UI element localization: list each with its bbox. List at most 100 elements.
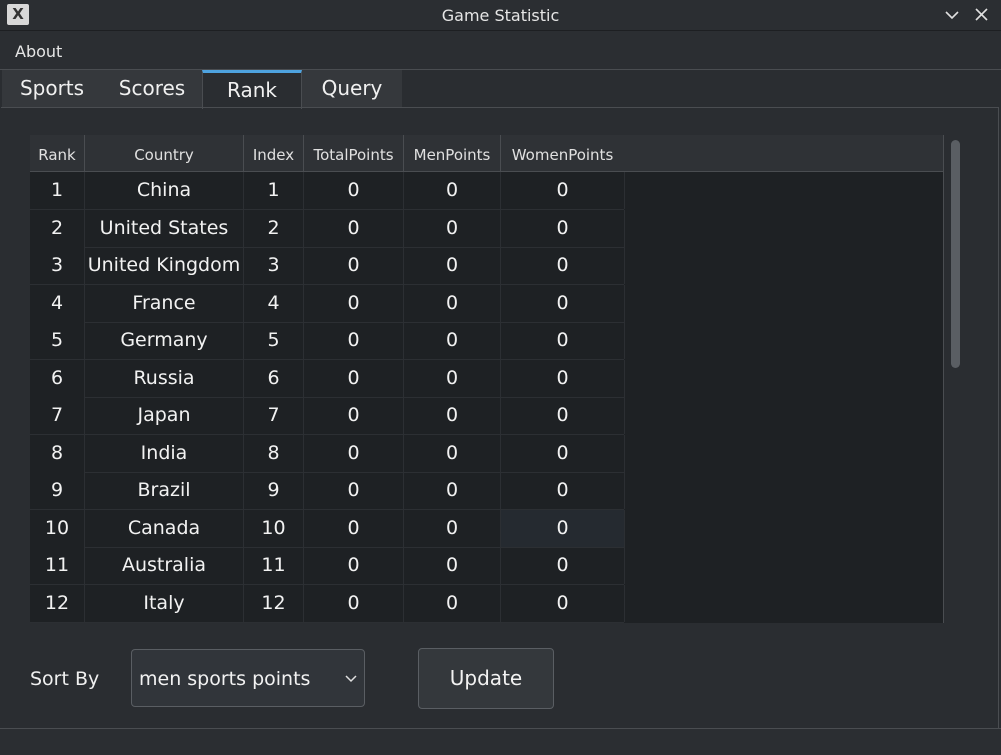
cell-country[interactable]: Germany	[85, 322, 244, 359]
cell-total-points[interactable]: 0	[304, 547, 404, 584]
cell-total-points[interactable]: 0	[304, 397, 404, 434]
cell-total-points[interactable]: 0	[304, 247, 404, 284]
cell-rank[interactable]: 6	[30, 359, 85, 397]
cell-total-points[interactable]: 0	[304, 584, 404, 622]
table-row[interactable]: 1 China 1 0 0 0	[30, 172, 625, 210]
cell-country[interactable]: China	[85, 172, 244, 209]
cell-men-points[interactable]: 0	[404, 209, 501, 247]
cell-index[interactable]: 4	[244, 284, 304, 322]
cell-women-points[interactable]: 0	[501, 472, 625, 509]
cell-total-points[interactable]: 0	[304, 209, 404, 247]
rank-table[interactable]: Rank Country Index TotalPoints MenPoints…	[30, 135, 969, 623]
table-row[interactable]: 8 India 8 0 0 0	[30, 434, 625, 473]
cell-women-points[interactable]: 0	[501, 209, 625, 247]
scrollbar-thumb[interactable]	[951, 140, 960, 368]
table-row[interactable]: 2 United States 2 0 0 0	[30, 209, 625, 248]
cell-total-points[interactable]: 0	[304, 322, 404, 359]
cell-country[interactable]: Russia	[85, 359, 244, 397]
table-row[interactable]: 11 Australia 11 0 0 0	[30, 547, 625, 585]
cell-rank[interactable]: 5	[30, 322, 85, 359]
header-women-points[interactable]: WomenPoints	[501, 135, 625, 171]
cell-total-points[interactable]: 0	[304, 509, 404, 547]
cell-index[interactable]: 11	[244, 547, 304, 584]
cell-total-points[interactable]: 0	[304, 359, 404, 397]
cell-total-points[interactable]: 0	[304, 472, 404, 509]
cell-men-points[interactable]: 0	[404, 172, 501, 209]
cell-country[interactable]: United Kingdom	[85, 247, 244, 284]
table-row[interactable]: 12 Italy 12 0 0 0	[30, 584, 625, 623]
cell-women-points[interactable]: 0	[501, 434, 625, 472]
table-row[interactable]: 3 United Kingdom 3 0 0 0	[30, 247, 625, 285]
close-icon[interactable]	[971, 4, 993, 26]
cell-country[interactable]: France	[85, 284, 244, 322]
cell-country[interactable]: India	[85, 434, 244, 472]
cell-index[interactable]: 6	[244, 359, 304, 397]
header-rank[interactable]: Rank	[30, 135, 85, 171]
cell-total-points[interactable]: 0	[304, 284, 404, 322]
header-total-points[interactable]: TotalPoints	[304, 135, 404, 171]
cell-index[interactable]: 2	[244, 209, 304, 247]
cell-rank[interactable]: 12	[30, 584, 85, 622]
cell-index[interactable]: 1	[244, 172, 304, 209]
table-row[interactable]: 4 France 4 0 0 0	[30, 284, 625, 323]
cell-men-points[interactable]: 0	[404, 472, 501, 509]
cell-women-points[interactable]: 0	[501, 359, 625, 397]
cell-index[interactable]: 9	[244, 472, 304, 509]
cell-women-points[interactable]: 0	[501, 584, 625, 622]
cell-women-points[interactable]: 0	[501, 509, 625, 547]
tab-sports[interactable]: Sports	[2, 70, 102, 107]
cell-women-points[interactable]: 0	[501, 322, 625, 359]
sort-by-select[interactable]: men sports points	[131, 649, 365, 707]
cell-total-points[interactable]: 0	[304, 172, 404, 209]
cell-country[interactable]: United States	[85, 209, 244, 247]
cell-country[interactable]: Canada	[85, 509, 244, 547]
tab-rank[interactable]: Rank	[202, 70, 302, 109]
header-index[interactable]: Index	[244, 135, 304, 171]
header-men-points[interactable]: MenPoints	[404, 135, 501, 171]
table-row[interactable]: 6 Russia 6 0 0 0	[30, 359, 625, 398]
cell-women-points[interactable]: 0	[501, 247, 625, 284]
cell-rank[interactable]: 4	[30, 284, 85, 322]
minimize-chevron-icon[interactable]	[941, 4, 963, 26]
cell-index[interactable]: 5	[244, 322, 304, 359]
cell-rank[interactable]: 10	[30, 509, 85, 547]
cell-index[interactable]: 3	[244, 247, 304, 284]
cell-index[interactable]: 12	[244, 584, 304, 622]
table-row[interactable]: 7 Japan 7 0 0 0	[30, 397, 625, 435]
cell-rank[interactable]: 9	[30, 472, 85, 509]
cell-country[interactable]: Italy	[85, 584, 244, 622]
cell-index[interactable]: 7	[244, 397, 304, 434]
cell-rank[interactable]: 7	[30, 397, 85, 434]
cell-rank[interactable]: 1	[30, 172, 85, 209]
table-row[interactable]: 5 Germany 5 0 0 0	[30, 322, 625, 360]
cell-men-points[interactable]: 0	[404, 584, 501, 622]
cell-index[interactable]: 8	[244, 434, 304, 472]
cell-men-points[interactable]: 0	[404, 397, 501, 434]
table-row[interactable]: 10 Canada 10 0 0 0	[30, 509, 625, 548]
tab-scores[interactable]: Scores	[102, 70, 202, 107]
update-button[interactable]: Update	[418, 648, 554, 709]
cell-men-points[interactable]: 0	[404, 509, 501, 547]
cell-women-points[interactable]: 0	[501, 547, 625, 584]
cell-index[interactable]: 10	[244, 509, 304, 547]
cell-men-points[interactable]: 0	[404, 247, 501, 284]
header-country[interactable]: Country	[85, 135, 244, 171]
cell-total-points[interactable]: 0	[304, 434, 404, 472]
cell-men-points[interactable]: 0	[404, 547, 501, 584]
cell-women-points[interactable]: 0	[501, 172, 625, 209]
cell-rank[interactable]: 2	[30, 209, 85, 247]
cell-women-points[interactable]: 0	[501, 284, 625, 322]
cell-country[interactable]: Australia	[85, 547, 244, 584]
cell-rank[interactable]: 3	[30, 247, 85, 284]
menu-about[interactable]: About	[15, 42, 62, 61]
cell-country[interactable]: Japan	[85, 397, 244, 434]
cell-men-points[interactable]: 0	[404, 284, 501, 322]
cell-women-points[interactable]: 0	[501, 397, 625, 434]
cell-rank[interactable]: 8	[30, 434, 85, 472]
cell-rank[interactable]: 11	[30, 547, 85, 584]
table-row[interactable]: 9 Brazil 9 0 0 0	[30, 472, 625, 510]
cell-men-points[interactable]: 0	[404, 434, 501, 472]
tab-query[interactable]: Query	[302, 70, 402, 107]
cell-men-points[interactable]: 0	[404, 359, 501, 397]
cell-country[interactable]: Brazil	[85, 472, 244, 509]
